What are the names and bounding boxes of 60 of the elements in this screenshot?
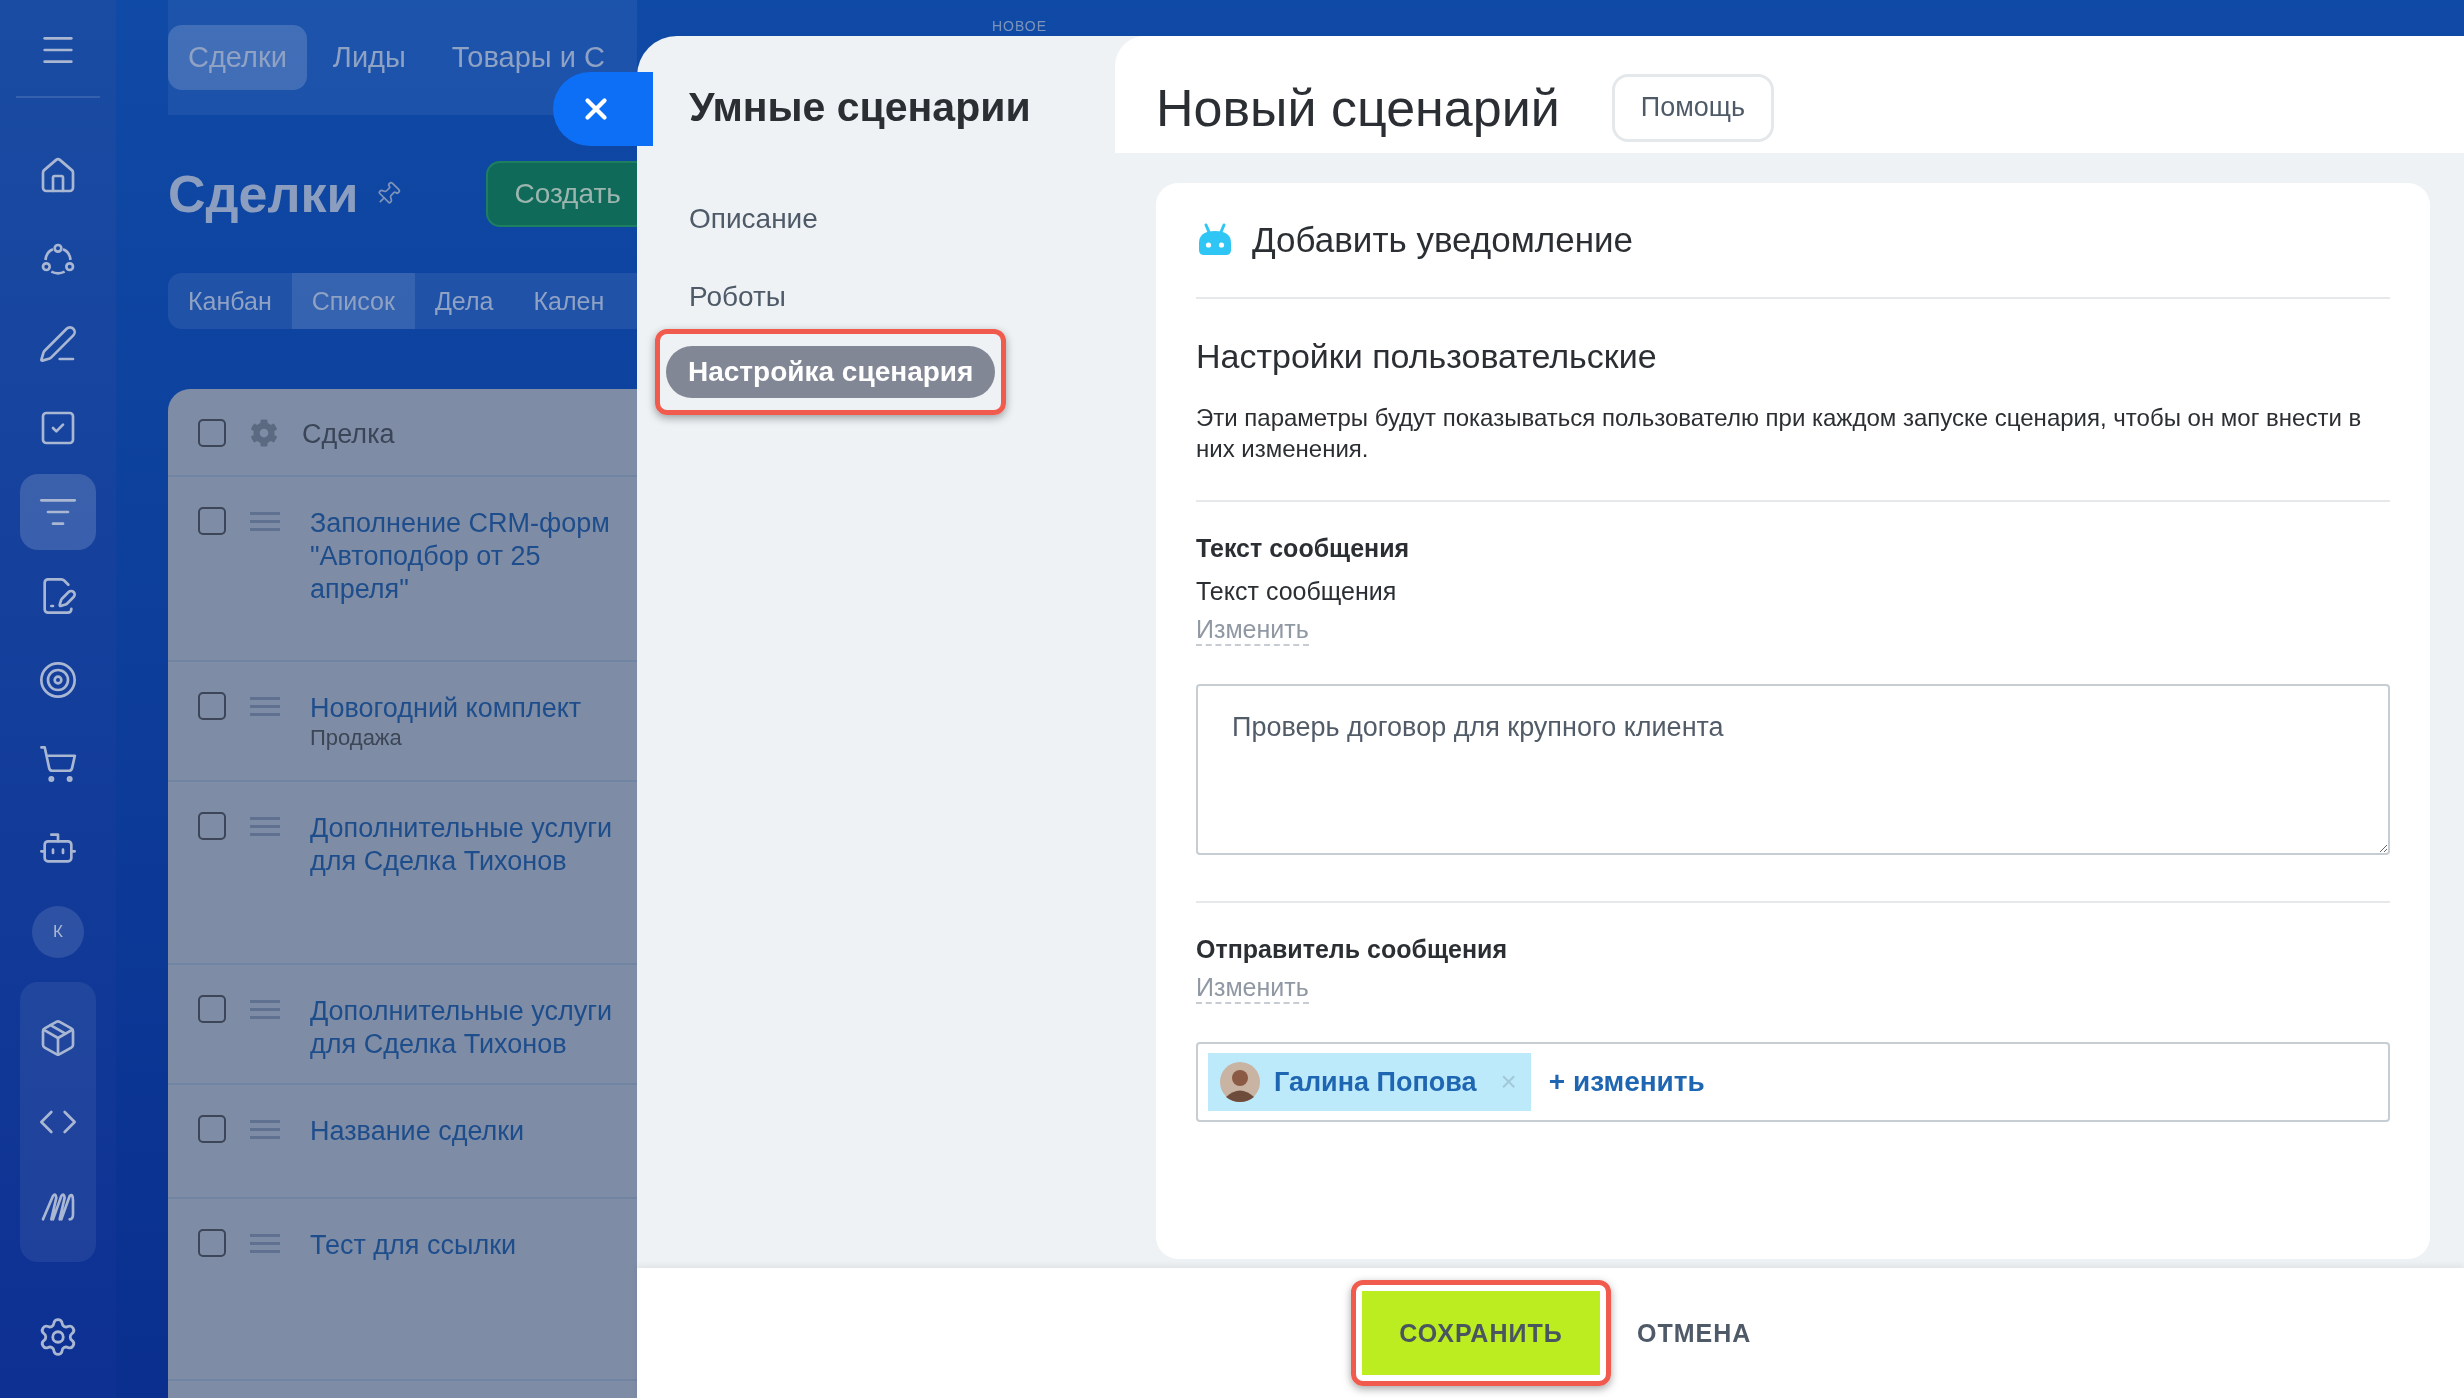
drag-handle-icon[interactable] [250,1119,280,1141]
field-label: Текст сообщения [1196,577,1398,606]
deal-link[interactable]: Дополнительные услуги для Сделка Тихонов [310,995,613,1061]
user-tag[interactable]: Галина Попова × [1208,1053,1531,1111]
nav-item[interactable]: Описание [667,193,840,245]
deal-link[interactable]: Новогодний комплект [310,692,582,725]
create-button[interactable]: Создать [486,161,637,227]
drag-handle-icon[interactable] [250,511,280,533]
sender-field[interactable]: Галина Попова × + изменить [1196,1042,2390,1122]
panel-title: Умные сценарии [689,84,1032,131]
pen-icon [38,324,78,364]
deal-link[interactable]: Заполнение CRM-форм "Автоподбор от 25 апреля" [310,507,610,606]
deal-link[interactable]: Название сделки [310,1115,525,1148]
drag-handle-icon[interactable] [250,1233,280,1255]
view-tab[interactable]: Кален [513,273,625,329]
cart-icon [38,744,78,784]
page-heading: Новый сценарий [1156,77,1560,138]
top-tab[interactable]: Лиды [312,25,426,90]
robot-icon [1196,223,1234,257]
deal-stage: Продажа [310,725,403,751]
section-title: Настройки пользовательские [1196,337,1658,376]
user-name: Галина Попова [1274,1066,1477,1098]
top-tab[interactable]: Сделки [168,25,307,90]
change-link[interactable]: Изменить [1196,972,1309,1004]
cancel-button[interactable]: ОТМЕНА [1631,1317,1758,1349]
row-checkbox[interactable] [198,995,226,1023]
help-button[interactable]: Помощь [1611,73,1775,142]
sidebar-button[interactable] [20,474,96,550]
column-header: Сделка [302,419,395,450]
row-checkbox[interactable] [198,1229,226,1257]
deal-link[interactable]: Дополнительные услуги для Сделка Тихонов [310,812,613,878]
view-tab[interactable]: Канбан [168,273,292,329]
row-checkbox[interactable] [198,507,226,535]
avatar [1220,1062,1260,1102]
row-checkbox[interactable] [198,692,226,720]
field-title: Текст сообщения [1196,534,1411,563]
target-icon [38,660,78,700]
deal-link[interactable]: Тест для ссылки [310,1229,517,1262]
description: Эти параметры будут показываться пользователю при каждом запуске сценария, чтобы он мог внести в них изменения. [1196,376,2390,502]
new-label: НОВОЕ [992,18,1048,34]
drag-handle-icon[interactable] [250,999,280,1021]
nav-item[interactable]: Настройка сценария [666,346,996,398]
message-field[interactable]: Проверь договор для крупного клиента [1196,684,2390,855]
card-title: Добавить уведомление [1252,220,1633,260]
save-button[interactable]: СОХРАНИТЬ [1362,1291,1600,1375]
view-tab[interactable]: Дела [414,273,514,329]
change-link[interactable]: Изменить [1196,614,1309,646]
top-tab[interactable]: Товары и С [431,25,625,90]
drag-handle-icon[interactable] [250,696,280,718]
nav-item[interactable]: Роботы [667,271,808,323]
row-checkbox[interactable] [198,812,226,840]
view-tab[interactable]: Список [291,273,415,329]
user-avatar[interactable]: К [32,906,84,958]
change-user-link[interactable]: + изменить [1548,1066,1705,1098]
field-title: Отправитель сообщения [1196,935,1508,964]
drag-handle-icon[interactable] [250,816,280,838]
select-all-checkbox[interactable] [198,419,226,447]
row-checkbox[interactable] [198,1115,226,1143]
close-button[interactable] [553,72,653,146]
page-title: Сделки [168,164,359,224]
